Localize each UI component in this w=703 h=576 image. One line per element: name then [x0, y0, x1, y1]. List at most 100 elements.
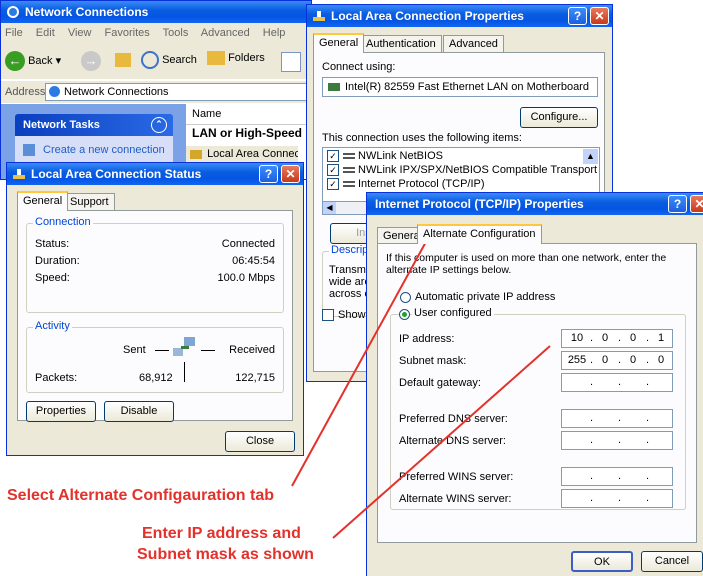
received-line	[201, 350, 215, 351]
item-label: Internet Protocol (TCP/IP)	[358, 178, 485, 191]
sent-line	[155, 350, 169, 351]
network-icon	[49, 86, 60, 97]
auto-private-label: Automatic private IP address	[415, 291, 556, 303]
menu-tools[interactable]: Tools	[163, 27, 189, 39]
duration-label: Duration:	[35, 255, 80, 267]
menu-advanced[interactable]: Advanced	[201, 27, 250, 39]
description-line: wide are	[329, 276, 371, 288]
checkbox-checked[interactable]: ✓	[327, 178, 339, 191]
folders-button[interactable]: Folders	[207, 51, 265, 65]
sent-label: Sent	[123, 344, 146, 356]
forward-arrow-icon[interactable]: →	[81, 51, 101, 71]
packets-divider	[184, 362, 185, 382]
menu-help[interactable]: Help	[263, 27, 286, 39]
tab-general[interactable]: General	[17, 191, 69, 211]
address-label: Address	[5, 86, 46, 98]
auto-private-radio[interactable]	[400, 292, 411, 303]
back-button[interactable]: ← Back ▾	[5, 51, 61, 71]
network-icon	[313, 11, 325, 21]
connection-group: Connection Status: Connected Duration: 0…	[26, 216, 284, 313]
list-item[interactable]: ✓ NWLink NetBIOS	[327, 150, 443, 163]
up-folder-icon[interactable]	[115, 53, 131, 67]
network-activity-icon	[173, 337, 195, 356]
user-configured-label: User configured	[412, 307, 494, 319]
ip-octet: 1	[657, 332, 665, 344]
checkbox-checked[interactable]: ✓	[327, 150, 339, 163]
lac-status-titlebar[interactable]: Local Area Connection Status ? ✕	[7, 163, 303, 185]
collapse-chevron-icon[interactable]: ⌃	[151, 117, 167, 133]
menu-edit[interactable]: Edit	[36, 27, 55, 39]
new-connection-icon	[23, 144, 35, 156]
info-text: If this computer is used on more than on…	[386, 252, 667, 276]
packets-label: Packets:	[35, 372, 78, 384]
configure-button[interactable]: Configure...	[520, 107, 598, 128]
properties-button[interactable]: Properties	[26, 401, 96, 422]
lan-connection-icon	[190, 149, 202, 159]
window-title: Network Connections	[25, 5, 149, 19]
address-input[interactable]: Network Connections	[45, 83, 307, 101]
ip-octet: 0	[629, 332, 637, 344]
address-bar: Address Network Connections	[1, 81, 311, 103]
alternate-wins-label: Alternate WINS server:	[399, 493, 512, 505]
show-icon-option[interactable]: Show i	[322, 309, 371, 322]
close-button[interactable]: ✕	[590, 7, 609, 25]
scroll-left-arrow-icon[interactable]: ◀	[323, 202, 336, 214]
packets-received-value: 122,715	[235, 372, 275, 384]
column-name-header[interactable]: Name	[186, 108, 311, 125]
default-gateway-input[interactable]: ...	[561, 373, 673, 392]
search-label: Search	[162, 54, 197, 66]
close-button[interactable]: ✕	[281, 165, 300, 183]
network-icon	[7, 6, 19, 18]
connect-using-label: Connect using:	[322, 61, 396, 73]
packets-sent-value: 68,912	[139, 372, 173, 384]
annotation-enter-ip-line1: Enter IP address and	[142, 525, 301, 542]
lac-properties-titlebar[interactable]: Local Area Connection Properties ? ✕	[307, 5, 612, 27]
network-connections-window: Network Connections File Edit View Favor…	[0, 0, 327, 180]
menu-favorites[interactable]: Favorites	[105, 27, 150, 39]
disable-button[interactable]: Disable	[104, 401, 174, 422]
activity-group: Activity Sent Received Packets: 68,912 1…	[26, 320, 284, 393]
lac-status-window: Local Area Connection Status ? ✕ General…	[6, 162, 304, 456]
close-button[interactable]: Close	[225, 431, 295, 452]
alternate-wins-input[interactable]: ...	[561, 489, 673, 508]
alternate-dns-input[interactable]: ...	[561, 431, 673, 450]
tab-support[interactable]: Support	[64, 193, 115, 211]
preferred-dns-input[interactable]: ...	[561, 409, 673, 428]
list-item[interactable]: ✓ Internet Protocol (TCP/IP)	[327, 178, 485, 191]
preferred-dns-label: Preferred DNS server:	[399, 413, 508, 425]
adapter-name: Intel(R) 82559 Fast Ethernet LAN on Moth…	[345, 81, 589, 93]
adapter-field: Intel(R) 82559 Fast Ethernet LAN on Moth…	[322, 77, 598, 97]
menu-file[interactable]: File	[5, 27, 23, 39]
back-label: Back	[28, 55, 53, 67]
default-gateway-label: Default gateway:	[399, 377, 481, 389]
menu-view[interactable]: View	[68, 27, 92, 39]
checkbox-unchecked[interactable]	[322, 309, 334, 322]
local-area-connection-item[interactable]: Local Area Connection	[186, 146, 298, 162]
tcpip-properties-titlebar[interactable]: Internet Protocol (TCP/IP) Properties ? …	[367, 193, 703, 215]
protocol-icon	[343, 181, 355, 188]
alternate-config-panel: If this computer is used on more than on…	[377, 243, 697, 543]
checkbox-checked[interactable]: ✓	[327, 164, 339, 177]
tab-authentication[interactable]: Authentication	[360, 35, 442, 53]
scroll-up-arrow-icon[interactable]: ▲	[583, 149, 598, 164]
close-button[interactable]: ✕	[690, 195, 703, 213]
cancel-button[interactable]: Cancel	[641, 551, 703, 572]
ok-button[interactable]: OK	[571, 551, 633, 572]
tab-advanced[interactable]: Advanced	[443, 35, 504, 53]
preferred-wins-input[interactable]: ...	[561, 467, 673, 486]
tab-alternate-configuration[interactable]: Alternate Configuration	[417, 224, 542, 244]
views-icon[interactable]	[281, 52, 301, 72]
network-adapter-icon	[328, 83, 340, 91]
help-button[interactable]: ?	[568, 7, 587, 25]
network-tasks-header[interactable]: Network Tasks ⌃	[15, 114, 173, 136]
ip-address-input[interactable]: 10. 0. 0. 1	[561, 329, 673, 348]
subnet-mask-input[interactable]: 255. 0. 0. 0	[561, 351, 673, 370]
list-item[interactable]: ✓ NWLink IPX/SPX/NetBIOS Compatible Trans…	[327, 164, 599, 177]
create-connection-link[interactable]: Create a new connection	[43, 144, 165, 156]
user-configured-radio[interactable]	[399, 309, 410, 320]
help-button[interactable]: ?	[668, 195, 687, 213]
tab-general[interactable]: General	[313, 33, 365, 53]
network-connections-titlebar[interactable]: Network Connections	[1, 1, 311, 23]
search-button[interactable]: Search	[141, 51, 197, 69]
help-button[interactable]: ?	[259, 165, 278, 183]
